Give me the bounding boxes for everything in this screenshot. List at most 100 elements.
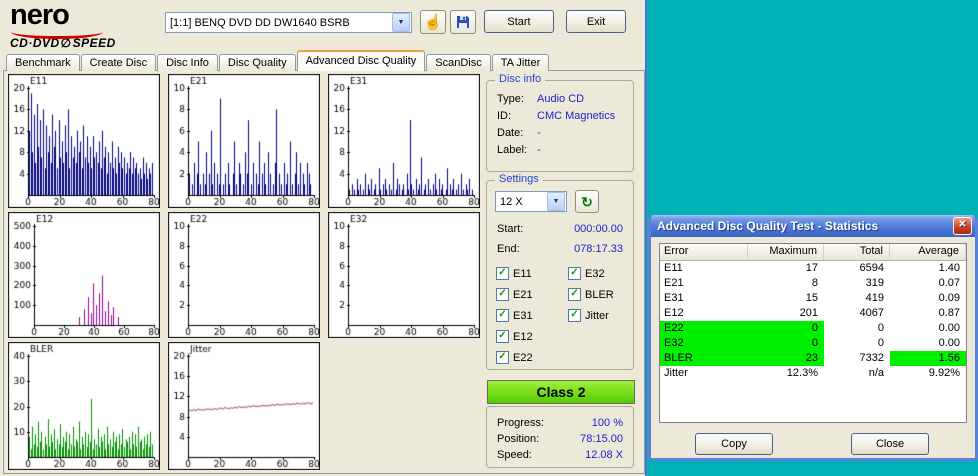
table-cell: E12	[664, 307, 684, 319]
checkbox-e22[interactable]: ✓ E22	[496, 347, 533, 368]
nero-app-window: nero CD·DVD∅SPEED [1:1] BENQ DVD DD DW16…	[0, 0, 647, 476]
checkmark-icon[interactable]: ✓	[568, 288, 581, 301]
chart-bler	[8, 342, 160, 470]
refresh-button[interactable]: ↻	[575, 190, 599, 213]
save-button[interactable]	[450, 10, 476, 34]
table-cell: 23	[748, 351, 824, 366]
row-value: 100 %	[591, 417, 623, 429]
logo-swoosh-icon	[11, 25, 103, 39]
table-cell: 9.92%	[928, 367, 960, 379]
quality-class-badge: Class 2	[487, 380, 635, 404]
info-row: ID: CMC Magnetics	[487, 108, 633, 125]
tab-scandisc[interactable]: ScanDisc	[426, 54, 491, 71]
table-cell: 0	[877, 337, 884, 349]
speed-select[interactable]: 12 X ▼	[495, 191, 567, 212]
table-cell: 1.56	[890, 351, 966, 366]
chart-e12	[8, 212, 160, 338]
table-row: E21 8 319 0.07	[660, 276, 966, 291]
hand-tool-button[interactable]: ☝	[420, 10, 446, 34]
tab-disc-quality[interactable]: Disc Quality	[218, 54, 296, 71]
start-time-value: 000:00.00	[574, 223, 623, 235]
checkmark-icon[interactable]: ✓	[496, 351, 509, 364]
tab-ta-jitter[interactable]: TA Jitter	[491, 54, 550, 71]
checkmark-icon[interactable]: ✓	[568, 309, 581, 322]
table-cell: 0.00	[938, 322, 960, 334]
info-row: Speed: 12.08 X	[487, 447, 633, 463]
chart-jitter	[168, 342, 320, 470]
checkbox-e12[interactable]: ✓ E12	[496, 326, 533, 347]
column-header-error[interactable]: Error	[660, 244, 748, 260]
statistics-client-area: Error Maximum Total Average E11 17 6594 1.40 E2…	[651, 237, 975, 458]
table-cell: E32	[660, 336, 748, 351]
desktop-background: nero CD·DVD∅SPEED [1:1] BENQ DVD DD DW16…	[0, 0, 978, 476]
row-value: Audio CD	[537, 93, 585, 105]
checkmark-icon[interactable]: ✓	[496, 330, 509, 343]
chart-e32	[328, 212, 480, 338]
drive-select-value: [1:1] BENQ DVD DD DW1640 BSRB	[170, 16, 350, 29]
checkmark-icon[interactable]: ✓	[496, 288, 509, 301]
column-header-average[interactable]: Average	[890, 244, 966, 260]
checkbox-label: E32	[585, 267, 605, 280]
info-row: Label: -	[487, 142, 633, 159]
chevron-down-icon[interactable]: ▼	[547, 192, 565, 211]
settings-group: Settings 12 X ▼ ↻ Start: 000:00.00 End: …	[486, 173, 634, 370]
hand-icon: ☝	[423, 13, 443, 31]
column-header-maximum[interactable]: Maximum	[748, 244, 824, 260]
checkbox-label: BLER	[585, 288, 614, 301]
table-cell: 17	[805, 262, 818, 274]
checkbox-label: E22	[513, 351, 533, 364]
column-header-total[interactable]: Total	[824, 244, 890, 260]
tab-disc-info[interactable]: Disc Info	[157, 54, 218, 71]
checkbox-e11[interactable]: ✓ E11	[496, 263, 533, 284]
drive-select[interactable]: [1:1] BENQ DVD DD DW1640 BSRB ▼	[165, 12, 412, 33]
checkmark-icon[interactable]: ✓	[496, 267, 509, 280]
checkmark-icon[interactable]: ✓	[496, 309, 509, 322]
row-value: 78:15.00	[580, 433, 623, 445]
refresh-icon: ↻	[581, 193, 593, 210]
checkbox-e31[interactable]: ✓ E31	[496, 305, 533, 326]
table-row: E31 15 419 0.09	[660, 291, 966, 306]
start-button[interactable]: Start	[484, 10, 554, 33]
start-time-row: Start: 000:00.00	[497, 223, 623, 235]
chevron-down-icon[interactable]: ▼	[392, 13, 410, 32]
checkbox-e32[interactable]: ✓ E32	[568, 263, 614, 284]
tab-create-disc[interactable]: Create Disc	[80, 54, 157, 71]
table-cell: 0	[748, 321, 824, 336]
close-button[interactable]: Close	[851, 433, 929, 455]
chart-e31	[328, 74, 480, 208]
checkbox-bler[interactable]: ✓ BLER	[568, 284, 614, 305]
checkbox-e21[interactable]: ✓ E21	[496, 284, 533, 305]
checkbox-label: E11	[513, 267, 532, 280]
checkmark-icon[interactable]: ✓	[568, 267, 581, 280]
statistics-titlebar[interactable]: Advanced Disc Quality Test - Statistics …	[651, 215, 975, 237]
disc-info-rows: Type: Audio CD ID: CMC Magnetics Date: - Label…	[487, 81, 633, 159]
exit-button[interactable]: Exit	[566, 10, 626, 33]
chart-e22	[168, 212, 320, 338]
row-label: Progress:	[497, 417, 545, 429]
table-cell: 0.00	[938, 337, 960, 349]
info-row: Position: 78:15.00	[487, 431, 633, 447]
checkbox-label: E31	[513, 309, 533, 322]
table-cell: E21	[664, 277, 684, 289]
table-row: Jitter 12.3% n/a 9.92%	[660, 366, 966, 381]
end-time-label: End:	[497, 243, 520, 255]
table-cell: 15	[805, 292, 818, 304]
statistics-window-title: Advanced Disc Quality Test - Statistics	[657, 219, 879, 233]
nero-logo: nero CD·DVD∅SPEED	[10, 1, 160, 51]
disc-info-title: Disc info	[495, 73, 546, 85]
checkbox-label: Jitter	[585, 309, 609, 322]
table-cell: 319	[865, 277, 884, 289]
tab-strip: Benchmark Create Disc Disc Info Disc Qualit…	[6, 50, 550, 71]
start-time-label: Start:	[497, 223, 524, 235]
row-value: 12.08 X	[585, 449, 623, 461]
tab-benchmark[interactable]: Benchmark	[6, 54, 80, 71]
copy-button[interactable]: Copy	[695, 433, 773, 455]
close-icon[interactable]: ✕	[953, 217, 972, 235]
checkbox-jitter[interactable]: ✓ Jitter	[568, 305, 614, 326]
tab-advanced-disc-quality[interactable]: Advanced Disc Quality	[296, 50, 426, 71]
row-label: Position:	[497, 433, 540, 445]
end-time-row: End: 078:17.33	[497, 243, 623, 255]
end-time-value: 078:17.33	[574, 243, 623, 255]
logo-subtitle: CD·DVD∅SPEED	[10, 36, 116, 50]
settings-title: Settings	[495, 173, 543, 185]
